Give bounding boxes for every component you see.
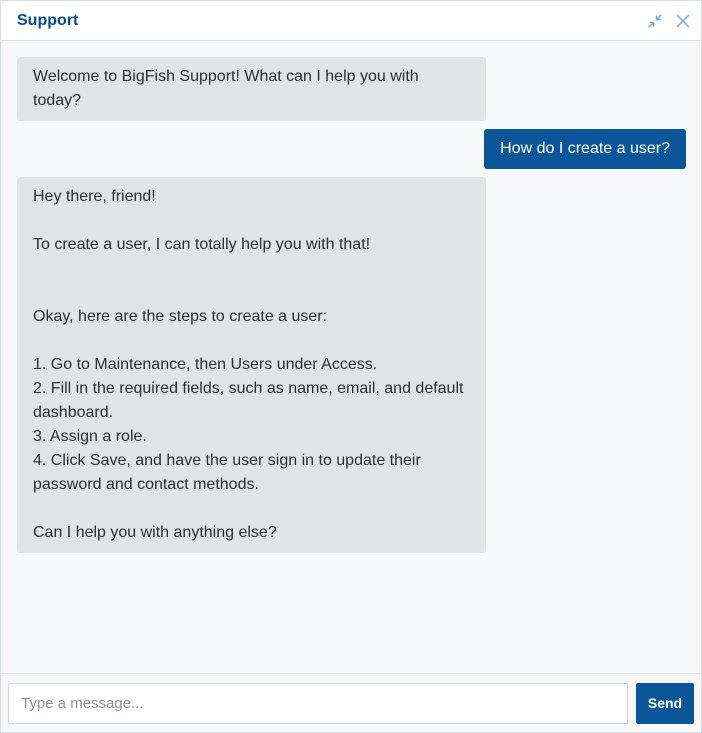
support-chat-window: Support Welcome to BigFish Support! What… [0, 0, 702, 733]
chat-header: Support [1, 1, 701, 41]
message-composer: Send [1, 673, 701, 732]
user-message: How do I create a user? [484, 129, 686, 169]
chat-title: Support [17, 11, 79, 29]
message-input[interactable] [8, 682, 628, 724]
bot-message-answer: Hey there, friend! To create a user, I c… [17, 177, 486, 553]
close-icon[interactable] [675, 13, 691, 29]
send-button[interactable]: Send [636, 682, 694, 724]
message-list: Welcome to BigFish Support! What can I h… [1, 41, 701, 673]
header-actions [647, 13, 691, 29]
collapse-arrows-icon[interactable] [647, 13, 663, 29]
bot-message-welcome: Welcome to BigFish Support! What can I h… [17, 57, 486, 121]
user-message-row: How do I create a user? [17, 129, 686, 169]
